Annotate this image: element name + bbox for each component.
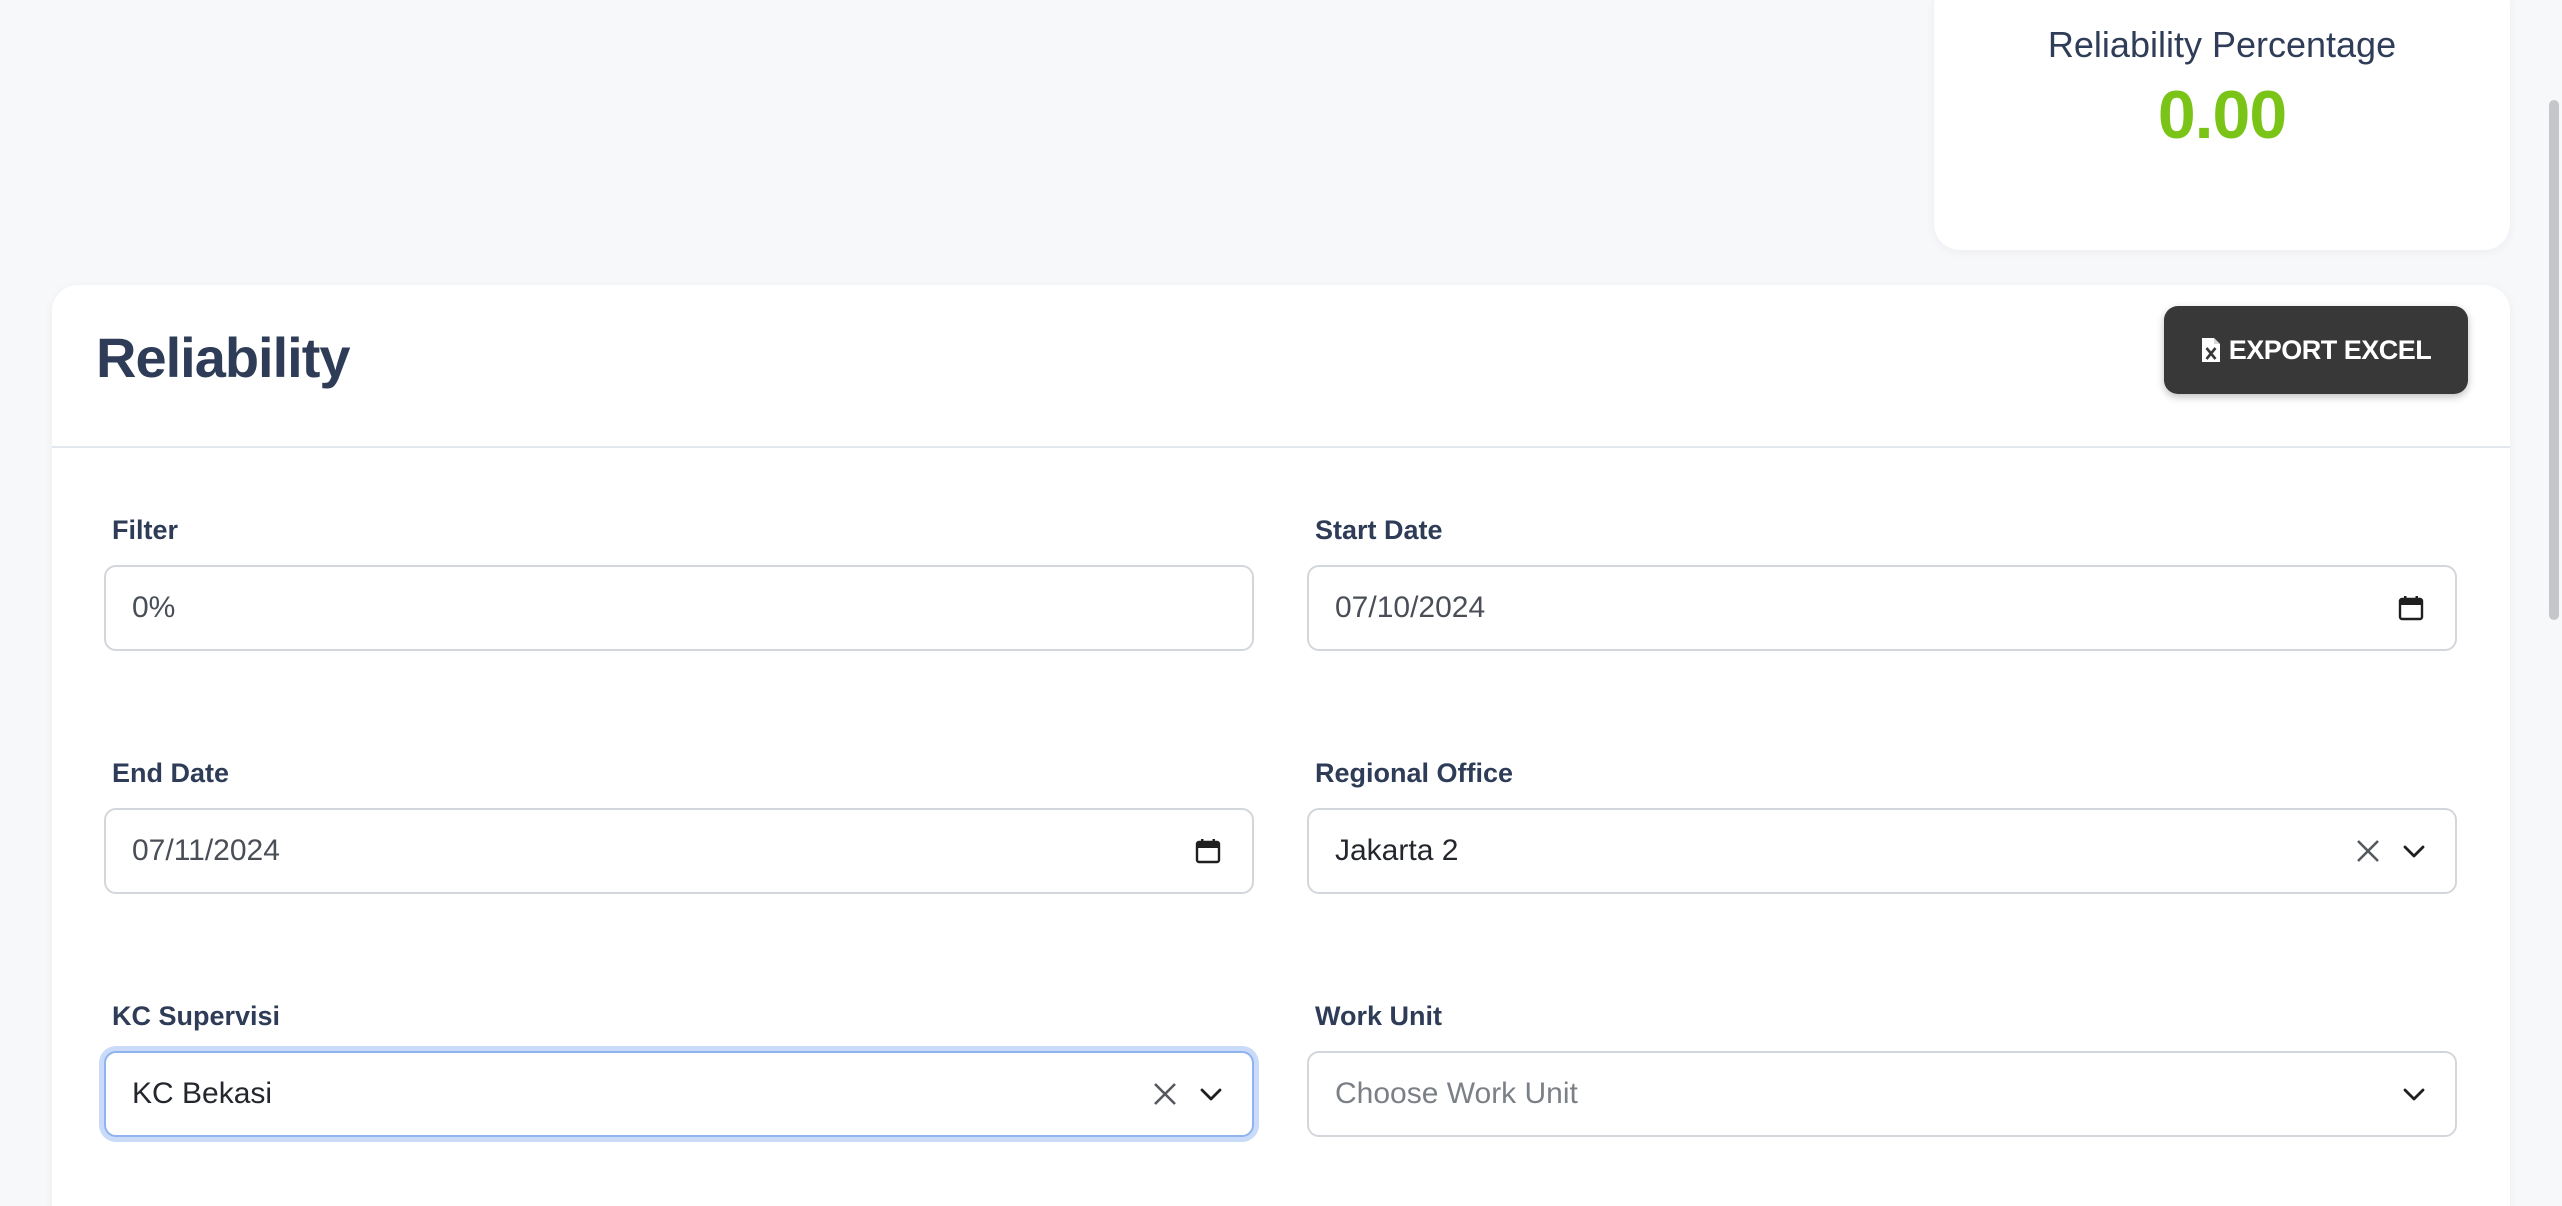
chevron-down-icon[interactable] xyxy=(1198,1053,1224,1135)
work-unit-placeholder: Choose Work Unit xyxy=(1335,1077,1578,1110)
scrollbar-thumb[interactable] xyxy=(2549,100,2559,620)
export-excel-label: EXPORT EXCEL xyxy=(2228,334,2432,365)
regional-office-label: Regional Office xyxy=(1315,758,1514,788)
clear-icon[interactable] xyxy=(1150,1053,1180,1135)
kc-supervisi-select[interactable]: KC Bekasi xyxy=(104,1051,1254,1137)
end-date-value: 07/11/2024 xyxy=(132,834,280,867)
page-title: Reliability xyxy=(96,326,351,389)
calendar-icon[interactable] xyxy=(1194,810,1222,892)
calendar-icon[interactable] xyxy=(2397,567,2425,649)
scrollbar[interactable] xyxy=(2544,0,2562,1206)
stat-value: 0.00 xyxy=(2157,77,2287,153)
filter-label: Filter xyxy=(112,515,179,545)
end-date-label: End Date xyxy=(112,758,230,788)
kc-supervisi-value: KC Bekasi xyxy=(132,1077,273,1110)
start-date-label: Start Date xyxy=(1315,515,1443,545)
chevron-down-icon[interactable] xyxy=(2401,810,2427,892)
export-excel-button[interactable]: EXPORT EXCEL xyxy=(2164,306,2468,394)
start-date-input[interactable]: 07/10/2024 xyxy=(1307,565,2457,651)
page: Reliability Percentage 0.00 Reliability … xyxy=(0,0,2562,1206)
start-date-value: 07/10/2024 xyxy=(1335,591,1486,624)
regional-office-value: Jakarta 2 xyxy=(1335,834,1459,867)
filter-value: 0% xyxy=(132,591,176,624)
file-excel-icon xyxy=(2201,337,2221,363)
clear-icon[interactable] xyxy=(2353,810,2383,892)
card-header: Reliability EXPORT EXCEL xyxy=(52,285,2510,448)
work-unit-label: Work Unit xyxy=(1315,1001,1442,1031)
reliability-percentage-card: Reliability Percentage 0.00 xyxy=(1934,0,2510,250)
end-date-input[interactable]: 07/11/2024 xyxy=(104,808,1254,894)
regional-office-select[interactable]: Jakarta 2 xyxy=(1307,808,2457,894)
chevron-down-icon[interactable] xyxy=(2401,1053,2427,1135)
filter-input[interactable]: 0% xyxy=(104,565,1254,651)
stat-title: Reliability Percentage xyxy=(2047,24,2397,65)
kc-supervisi-label: KC Supervisi xyxy=(112,1001,281,1031)
work-unit-select[interactable]: Choose Work Unit xyxy=(1307,1051,2457,1137)
main-card: Reliability EXPORT EXCEL Filter 0% Start… xyxy=(52,285,2510,1206)
